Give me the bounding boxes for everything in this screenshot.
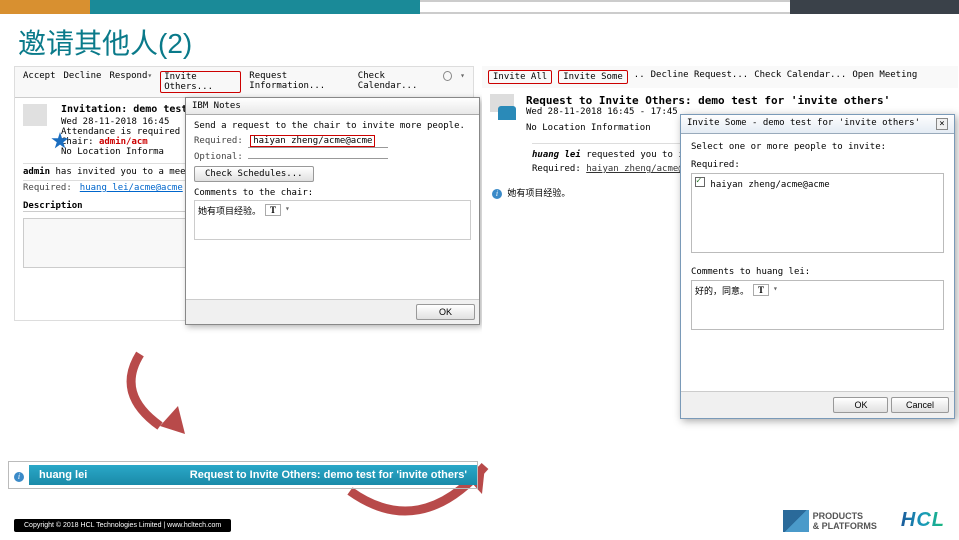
notification-bar[interactable]: i huang lei Request to Invite Others: de… bbox=[8, 461, 478, 489]
check-schedules-button[interactable]: Check Schedules... bbox=[194, 166, 314, 182]
accept-button[interactable]: Accept bbox=[23, 71, 56, 93]
dialog-body: Select one or more people to invite: Req… bbox=[681, 134, 954, 338]
request-title: Request to Invite Others: demo test for … bbox=[526, 94, 890, 107]
arrow-down-icon bbox=[120, 344, 270, 444]
logo-group: PRODUCTS & PLATFORMS HCL bbox=[783, 509, 945, 532]
decline-request-button[interactable]: Decline Request... bbox=[651, 70, 749, 84]
content-area: Accept Decline Respond▾ Invite Others...… bbox=[0, 66, 959, 496]
comments-label: Comments to the chair: bbox=[194, 188, 471, 198]
required-value[interactable]: huang lei/acme@acme bbox=[80, 183, 183, 193]
products-platforms-logo: PRODUCTS & PLATFORMS bbox=[783, 510, 877, 532]
band-dark bbox=[790, 0, 959, 14]
required-label: Required: bbox=[23, 183, 72, 193]
dialog-body: Send a request to the chair to invite mo… bbox=[186, 115, 479, 246]
cancel-button[interactable]: Cancel bbox=[891, 397, 949, 413]
respond-label: Respond bbox=[109, 71, 147, 81]
caret-icon[interactable]: ▾ bbox=[285, 204, 290, 213]
slide-header-band bbox=[0, 0, 959, 14]
comments-textarea[interactable]: 她有项目经验。 T ▾ bbox=[194, 200, 471, 240]
check-calendar-button[interactable]: Check Calendar... bbox=[754, 70, 846, 84]
dialog-title: IBM Notes bbox=[186, 98, 479, 115]
required-label: Required: bbox=[532, 164, 581, 174]
required-field: Required: haiyan zheng/acme@acme bbox=[194, 135, 471, 148]
invite-list[interactable]: haiyan zheng/acme@acme bbox=[691, 173, 944, 253]
ibm-notes-dialog: IBM Notes Send a request to the chair to… bbox=[185, 97, 480, 325]
dialog-prompt: Select one or more people to invite: bbox=[691, 142, 944, 152]
hcl-logo: HCL bbox=[901, 509, 945, 532]
ok-button[interactable]: OK bbox=[416, 304, 475, 320]
check-calendar-button[interactable]: Check Calendar... bbox=[358, 71, 436, 93]
info-icon: i bbox=[492, 189, 502, 199]
comments-textarea[interactable]: 好的，同意。 T ▾ bbox=[691, 280, 944, 330]
notification-content: huang lei Request to Invite Others: demo… bbox=[29, 465, 477, 485]
pp-icon bbox=[783, 510, 809, 532]
info-icon: i bbox=[9, 462, 29, 488]
invitation-toolbar: Accept Decline Respond▾ Invite Others...… bbox=[15, 67, 473, 98]
comments-label: Comments to huang lei: bbox=[691, 267, 944, 277]
inviter-name: admin bbox=[23, 167, 50, 177]
pp-line2: & PLATFORMS bbox=[813, 521, 877, 531]
band-white bbox=[420, 0, 790, 14]
calendar-icon bbox=[23, 104, 47, 126]
ellipsis: .. bbox=[634, 70, 645, 84]
invite-some-dialog: Invite Some - demo test for 'invite othe… bbox=[680, 114, 955, 419]
notification-subject: Request to Invite Others: demo test for … bbox=[190, 469, 467, 481]
pp-line1: PRODUCTS bbox=[813, 511, 877, 521]
decline-button[interactable]: Decline bbox=[64, 71, 102, 93]
caret-icon: ▾ bbox=[147, 71, 152, 80]
close-button[interactable]: × bbox=[936, 118, 948, 130]
invite-some-button[interactable]: Invite Some bbox=[558, 70, 628, 84]
request-panel: Invite All Invite Some .. Decline Reques… bbox=[482, 66, 958, 424]
refresh-icon[interactable] bbox=[443, 71, 452, 81]
band-teal bbox=[90, 0, 420, 14]
checkbox-icon[interactable] bbox=[695, 177, 705, 187]
required-label: Required: bbox=[691, 160, 944, 170]
dialog-titlebar: Invite Some - demo test for 'invite othe… bbox=[681, 115, 954, 134]
optional-field: Optional: bbox=[194, 152, 471, 162]
required-value: haiyan zheng/acme@acme bbox=[250, 135, 375, 147]
text-format-button[interactable]: T bbox=[265, 204, 281, 216]
person-name: haiyan zheng/acme@acme bbox=[710, 180, 829, 190]
dialog-footer: OK bbox=[186, 299, 479, 324]
dialog-footer: OK Cancel bbox=[681, 391, 954, 418]
open-meeting-button[interactable]: Open Meeting bbox=[852, 70, 917, 84]
required-label: Required: bbox=[194, 136, 243, 146]
optional-label: Optional: bbox=[194, 152, 243, 162]
comments-value: 好的，同意。 bbox=[695, 284, 749, 297]
caret-icon[interactable]: ▾ bbox=[460, 71, 465, 93]
page-title: 邀请其他人(2) bbox=[0, 14, 959, 66]
ok-button[interactable]: OK bbox=[833, 397, 888, 413]
dialog-title: Invite Some - demo test for 'invite othe… bbox=[687, 118, 920, 130]
comments-section: Comments to the chair: 她有项目经验。 T ▾ bbox=[194, 188, 471, 240]
dialog-prompt: Send a request to the chair to invite mo… bbox=[194, 121, 471, 131]
chair-value: admin/acm bbox=[99, 137, 148, 147]
copyright-text: Copyright © 2018 HCL Technologies Limite… bbox=[14, 519, 231, 532]
caret-icon[interactable]: ▾ bbox=[773, 284, 778, 293]
invite-others-button[interactable]: Invite Others... bbox=[160, 71, 241, 93]
invite-all-button[interactable]: Invite All bbox=[488, 70, 552, 84]
list-item[interactable]: haiyan zheng/acme@acme bbox=[695, 177, 940, 190]
optional-input[interactable] bbox=[248, 156, 388, 159]
comment-text: 她有项目经验。 bbox=[507, 189, 570, 199]
required-input[interactable]: haiyan zheng/acme@acme bbox=[248, 135, 388, 148]
respond-button[interactable]: Respond▾ bbox=[109, 71, 152, 93]
comments-value: 她有项目经验。 bbox=[198, 204, 261, 217]
notification-name: huang lei bbox=[39, 469, 87, 481]
text-format-button[interactable]: T bbox=[753, 284, 769, 296]
request-toolbar: Invite All Invite Some .. Decline Reques… bbox=[482, 66, 958, 88]
band-orange bbox=[0, 0, 90, 14]
request-info-button[interactable]: Request Information... bbox=[249, 71, 349, 93]
slide-footer: Copyright © 2018 HCL Technologies Limite… bbox=[0, 496, 959, 540]
invitation-panel: Accept Decline Respond▾ Invite Others...… bbox=[14, 66, 474, 321]
meeting-request-icon bbox=[490, 94, 518, 118]
requester-name: huang lei bbox=[532, 150, 581, 160]
